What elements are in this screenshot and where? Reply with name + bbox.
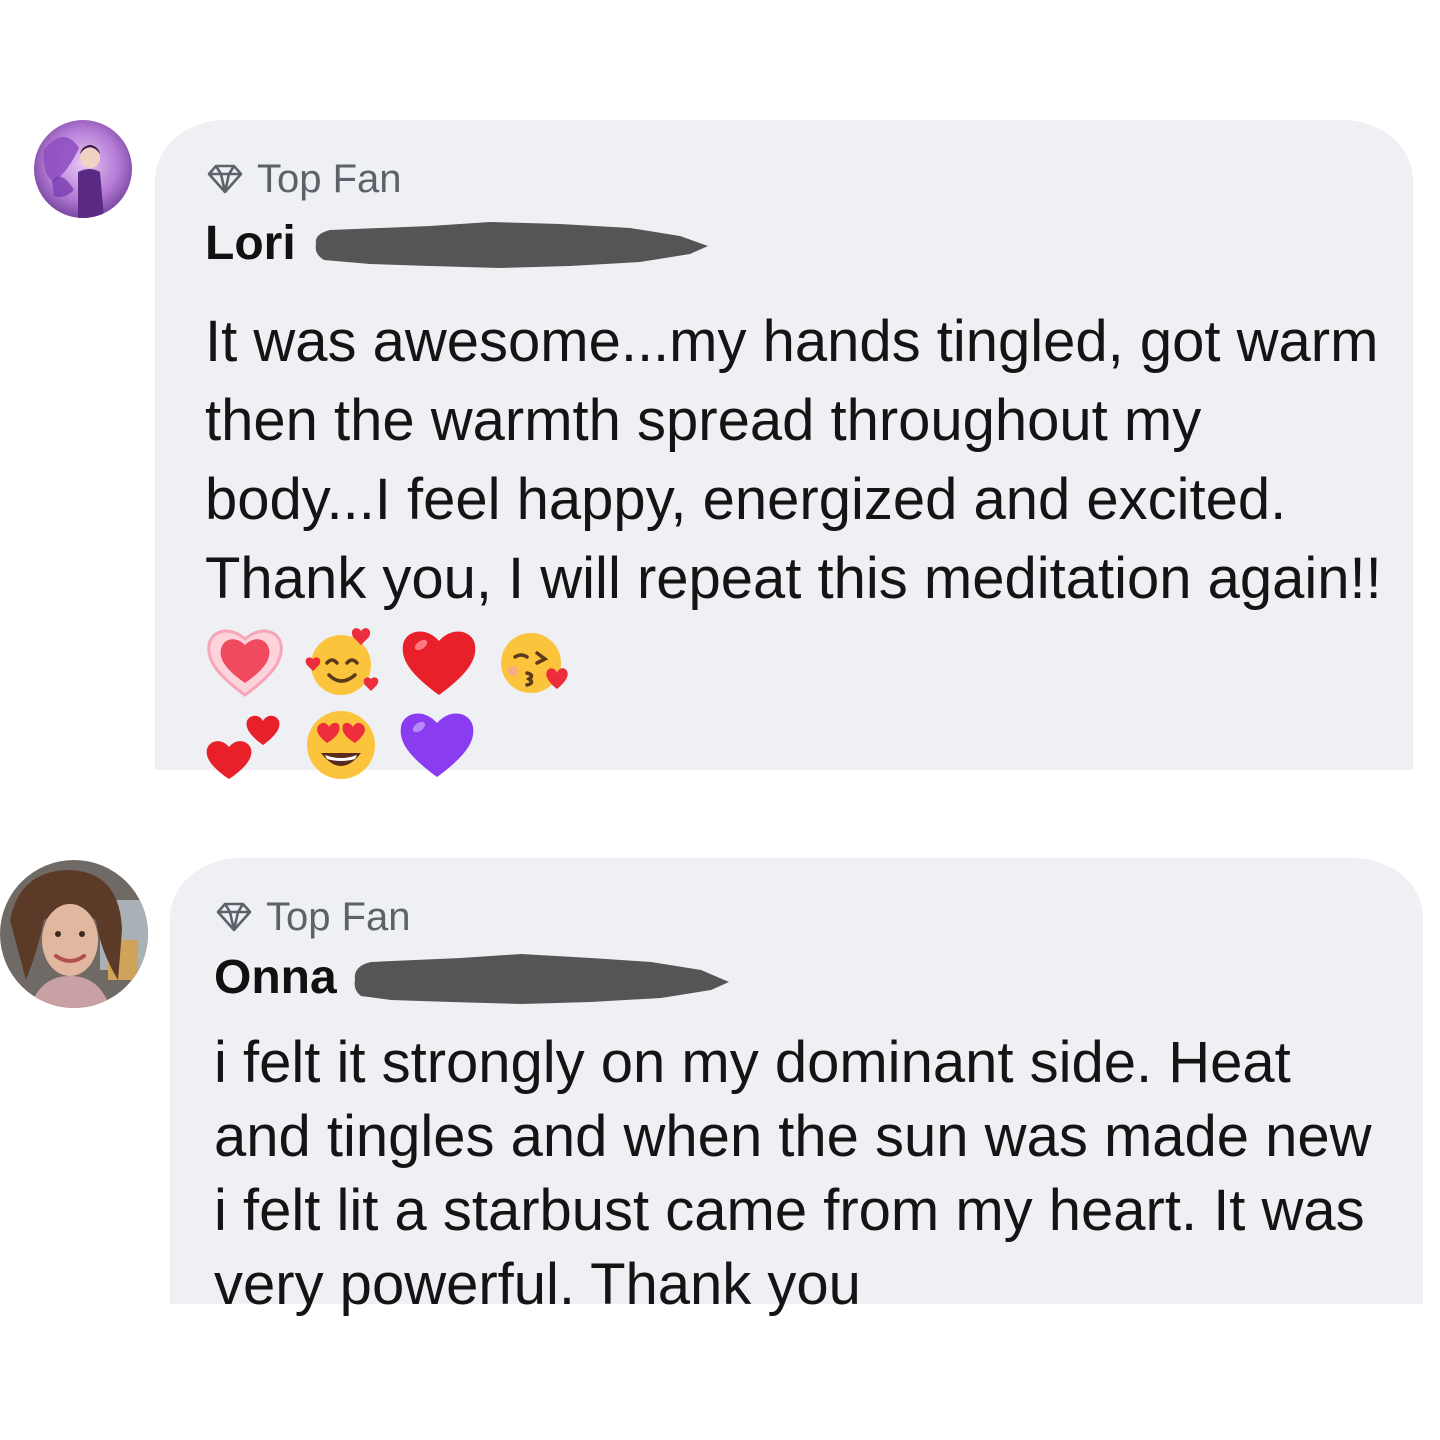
comment-text: i felt it strongly on my dominant side. … — [214, 1030, 1372, 1317]
diamond-icon — [207, 164, 243, 194]
top-fan-badge[interactable]: Top Fan — [205, 156, 1413, 202]
diamond-icon — [216, 902, 252, 932]
badge-label: Top Fan — [257, 157, 402, 201]
comment-text: It was awesome...my hands tingled, got w… — [205, 309, 1382, 611]
author-name[interactable]: Lori — [205, 220, 296, 268]
heart-eyes-icon — [301, 705, 381, 783]
emoji-group — [205, 623, 575, 780]
sparkling-heart-icon — [205, 623, 285, 701]
avatar[interactable] — [34, 120, 132, 218]
comment-bubble: Top Fan Lori It was awesome...my hands t… — [155, 120, 1413, 780]
two-hearts-icon — [205, 705, 285, 783]
red-heart-icon — [399, 625, 479, 699]
redaction-mark — [354, 954, 729, 1004]
purple-heart-icon — [397, 707, 477, 781]
comment-bubble: Top Fan Onna i felt it strongly on my do… — [170, 858, 1423, 1317]
smiling-face-with-hearts-icon — [301, 623, 383, 701]
redaction-mark — [315, 222, 708, 268]
author-name[interactable]: Onna — [214, 954, 337, 1002]
avatar[interactable] — [0, 860, 148, 1008]
top-fan-badge[interactable]: Top Fan — [214, 894, 1423, 940]
badge-label: Top Fan — [266, 895, 411, 939]
face-blowing-kiss-icon — [495, 623, 575, 701]
